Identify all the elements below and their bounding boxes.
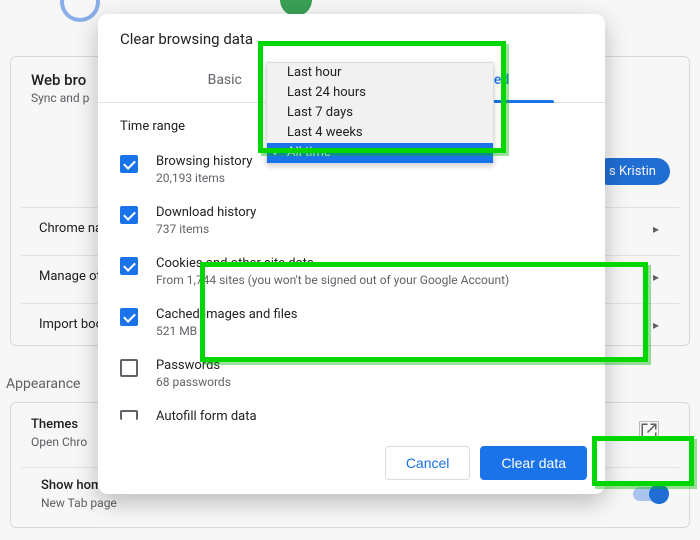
item-title: Browsing history — [156, 154, 252, 169]
dropdown-option-selected[interactable]: All time — [267, 143, 493, 163]
checkbox-passwords[interactable] — [120, 359, 138, 377]
dropdown-option[interactable]: Last 4 weeks — [267, 123, 493, 143]
checkbox-autofill[interactable] — [120, 410, 138, 420]
item-passwords: Passwords 68 passwords — [120, 348, 583, 399]
item-cache: Cached images and files 521 MB — [120, 297, 583, 348]
dropdown-option[interactable]: Last hour — [267, 63, 493, 83]
item-autofill: Autofill form data — [120, 399, 583, 434]
item-title: Cookies and other site data — [156, 256, 509, 271]
item-title: Cached images and files — [156, 307, 297, 322]
dialog-title: Clear browsing data — [98, 14, 605, 48]
checkbox-download-history[interactable] — [120, 206, 138, 224]
item-sub: 20,193 items — [156, 171, 252, 185]
checkbox-cookies[interactable] — [120, 257, 138, 275]
item-sub: 737 items — [156, 222, 256, 236]
item-sub: 68 passwords — [156, 375, 231, 389]
checkbox-cache[interactable] — [120, 308, 138, 326]
checkbox-browsing-history[interactable] — [120, 155, 138, 173]
clear-data-button[interactable]: Clear data — [480, 446, 587, 480]
item-title: Passwords — [156, 358, 231, 373]
item-title: Download history — [156, 205, 256, 220]
item-download-history: Download history 737 items — [120, 195, 583, 246]
item-cookies: Cookies and other site data From 1,744 si… — [120, 246, 583, 297]
clear-browsing-data-dialog: Clear browsing data Basic Advanced Time … — [98, 14, 605, 494]
dropdown-option[interactable]: Last 24 hours — [267, 83, 493, 103]
item-title: Autofill form data — [156, 409, 257, 424]
dropdown-option[interactable]: Last 7 days — [267, 103, 493, 123]
item-sub: From 1,744 sites (you won't be signed ou… — [156, 273, 509, 287]
time-range-label: Time range — [120, 119, 185, 134]
dialog-footer: Cancel Clear data — [385, 446, 587, 480]
cancel-button[interactable]: Cancel — [385, 446, 471, 480]
item-sub: 521 MB — [156, 324, 297, 338]
time-range-dropdown[interactable]: Last hour Last 24 hours Last 7 days Last… — [266, 62, 494, 164]
